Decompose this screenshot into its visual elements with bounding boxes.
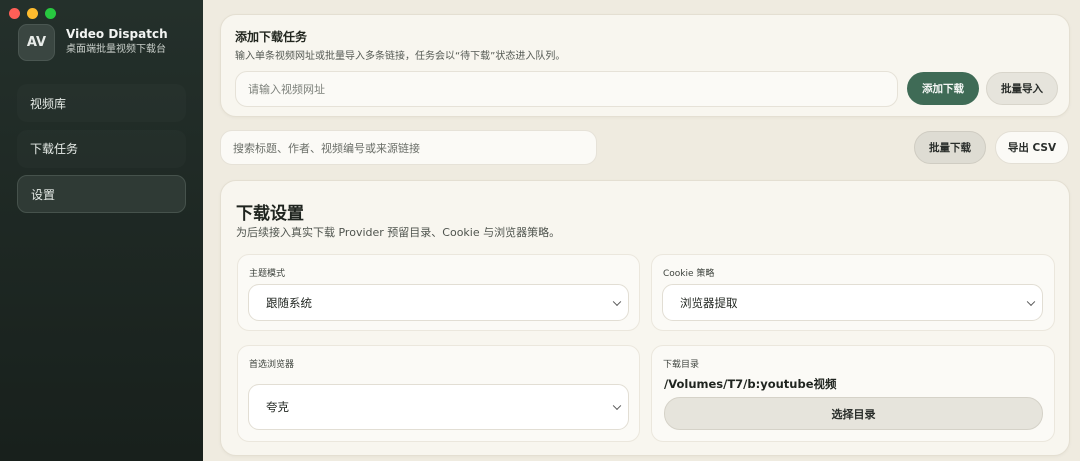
window-controls (9, 8, 56, 19)
settings-description: 为后续接入真实下载 Provider 预留目录、Cookie 与浏览器策略。 (236, 226, 561, 239)
download-directory-value: /Volumes/T7/b:youtube视频 (664, 377, 837, 391)
sidebar-item-downloads[interactable]: 下载任务 (17, 130, 186, 168)
preferred-browser-label: 首选浏览器 (249, 360, 295, 370)
sidebar-item-label: 视频库 (30, 96, 67, 111)
preferred-browser-select[interactable]: 夸克 (248, 384, 629, 430)
choose-directory-button[interactable]: 选择目录 (664, 397, 1043, 430)
cookie-strategy-label: Cookie 策略 (663, 269, 715, 279)
minimize-window-button[interactable] (27, 8, 38, 19)
theme-mode-select[interactable]: 跟随系统 (248, 284, 629, 321)
sidebar-item-settings[interactable]: 设置 (17, 175, 186, 213)
sidebar: AV Video Dispatch 桌面端批量视频下载台 视频库 下载任务 设置 (0, 0, 203, 461)
theme-mode-value: 跟随系统 (266, 295, 312, 310)
bulk-download-button[interactable]: 批量下载 (914, 131, 986, 164)
main-content: 添加下载任务 输入单条视频网址或批量导入多条链接，任务会以“待下载”状态进入队列… (203, 0, 1080, 461)
close-window-button[interactable] (9, 8, 20, 19)
download-directory-label: 下载目录 (663, 360, 700, 370)
sidebar-item-label: 设置 (31, 187, 56, 202)
url-input[interactable]: 请输入视频网址 (235, 71, 898, 107)
add-task-title: 添加下载任务 (235, 30, 308, 44)
theme-mode-label: 主题模式 (249, 269, 286, 279)
preferred-browser-field: 首选浏览器 夸克 (237, 345, 640, 442)
chevron-down-icon (1026, 297, 1036, 306)
theme-mode-field: 主题模式 跟随系统 (237, 254, 640, 331)
bulk-import-button[interactable]: 批量导入 (986, 72, 1058, 105)
app-title: Video Dispatch (66, 27, 168, 41)
cookie-strategy-field: Cookie 策略 浏览器提取 (651, 254, 1055, 331)
export-csv-button[interactable]: 导出 CSV (995, 131, 1069, 164)
sidebar-item-label: 下载任务 (30, 142, 79, 156)
chevron-down-icon (612, 297, 622, 306)
search-input[interactable]: 搜索标题、作者、视频编号或来源链接 (220, 130, 597, 165)
brand: AV Video Dispatch 桌面端批量视频下载台 (18, 24, 168, 61)
cookie-strategy-value: 浏览器提取 (680, 295, 738, 310)
chevron-down-icon (612, 401, 622, 411)
sidebar-item-library[interactable]: 视频库 (17, 84, 186, 122)
preferred-browser-value: 夸克 (266, 400, 289, 414)
zoom-window-button[interactable] (45, 8, 56, 19)
download-settings-card: 下载设置 为后续接入真实下载 Provider 预留目录、Cookie 与浏览器… (220, 180, 1070, 456)
cookie-strategy-select[interactable]: 浏览器提取 (662, 284, 1043, 321)
app-subtitle: 桌面端批量视频下载台 (66, 44, 166, 55)
avatar: AV (18, 24, 55, 61)
download-directory-field: 下载目录 /Volumes/T7/b:youtube视频 选择目录 (651, 345, 1055, 442)
sidebar-nav: 视频库 下载任务 设置 (17, 84, 186, 221)
add-task-description: 输入单条视频网址或批量导入多条链接，任务会以“待下载”状态进入队列。 (235, 51, 566, 62)
add-download-button[interactable]: 添加下载 (907, 72, 979, 105)
add-task-card: 添加下载任务 输入单条视频网址或批量导入多条链接，任务会以“待下载”状态进入队列… (220, 14, 1070, 117)
settings-title: 下载设置 (236, 204, 304, 224)
